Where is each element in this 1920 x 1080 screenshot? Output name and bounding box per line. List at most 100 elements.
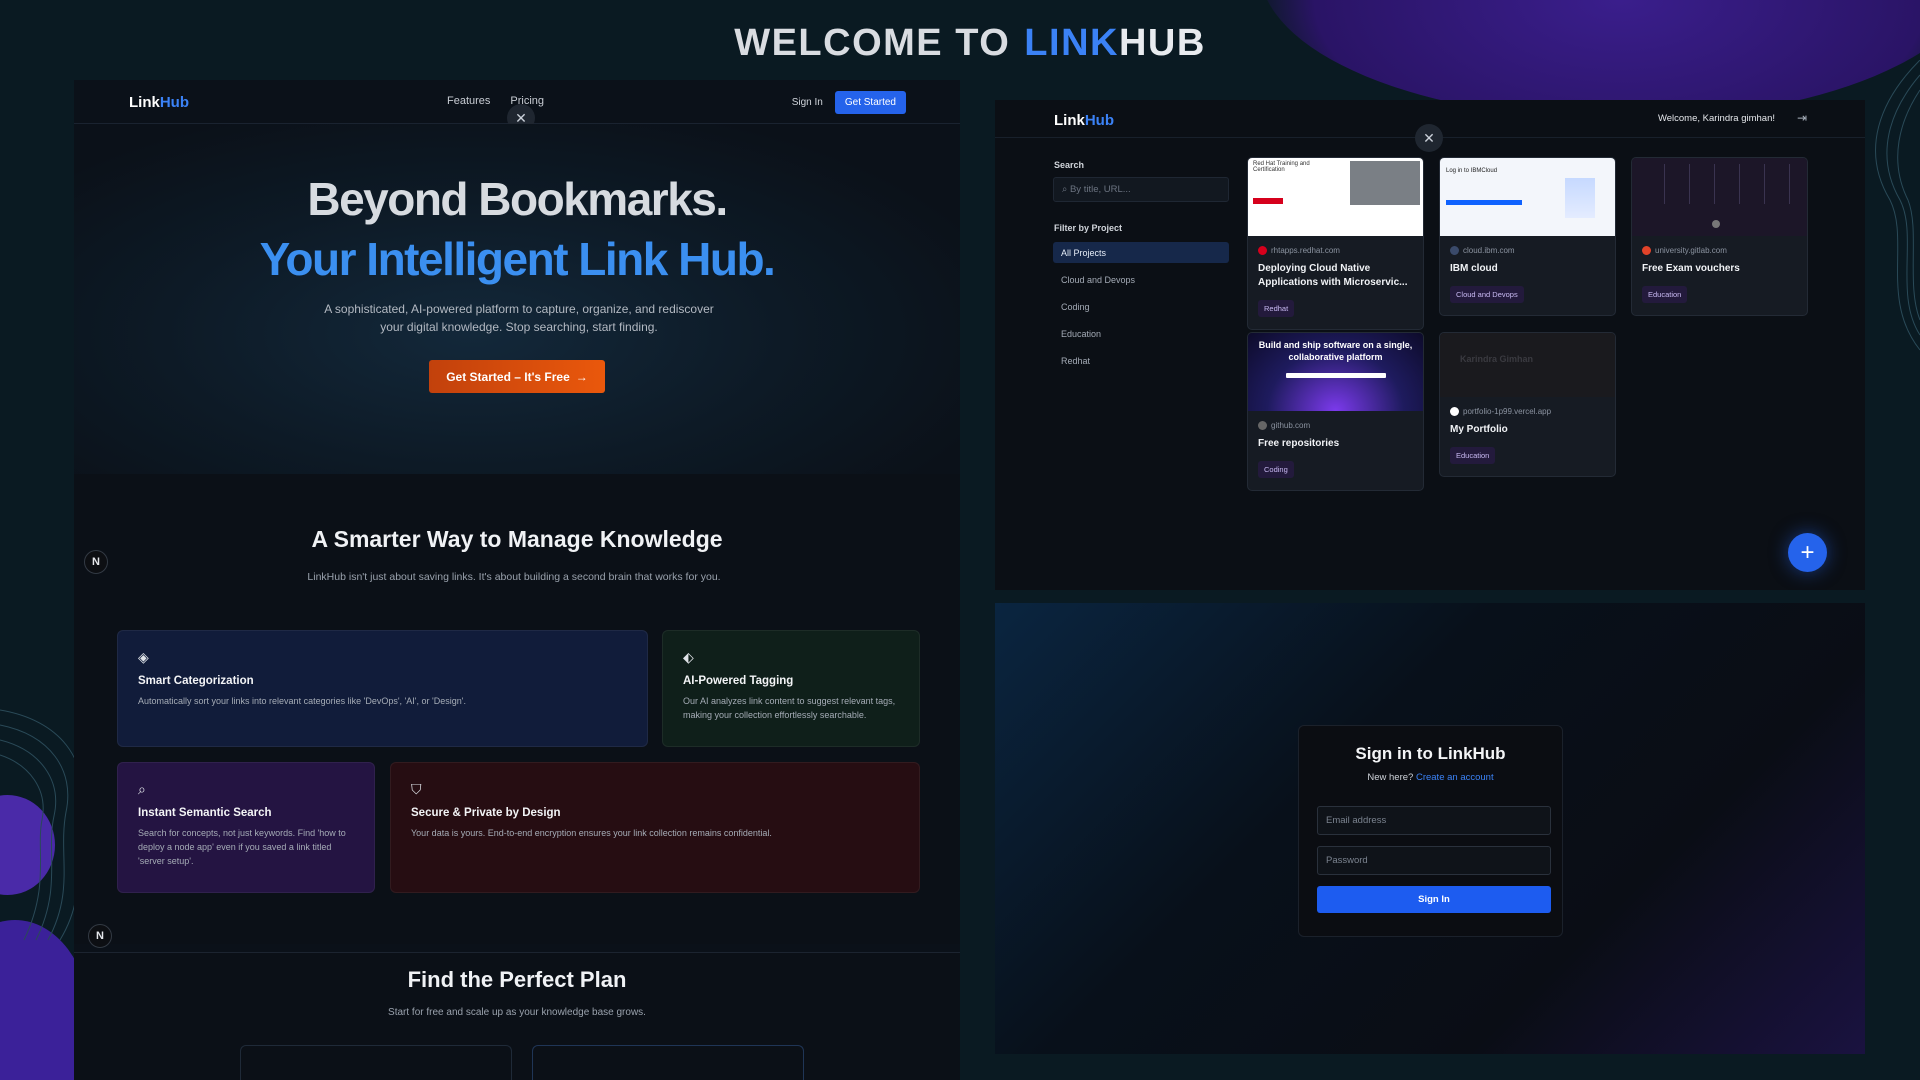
project-filter-all[interactable]: All Projects <box>1053 242 1229 263</box>
feature-description: Automatically sort your links into relev… <box>138 696 466 706</box>
dashboard-logo[interactable]: LinkHub <box>1054 112 1114 129</box>
thumb-photo <box>1350 161 1420 205</box>
project-filter-coding[interactable]: Coding <box>1053 296 1229 317</box>
feature-title: Smart Categorization <box>138 675 254 687</box>
feature-card-secure-private: ⛉ Secure & Private by Design Your data i… <box>390 762 920 893</box>
feature-card-semantic-search: ⌕ Instant Semantic Search Search for con… <box>117 762 375 893</box>
signin-title: Sign in to LinkHub <box>1355 744 1506 763</box>
logout-icon[interactable]: ⇥ <box>1797 111 1807 125</box>
new-here-text: New here? <box>1367 772 1414 783</box>
domain-text: cloud.ibm.com <box>1463 246 1515 255</box>
welcome-hub-word: HUB <box>1118 22 1206 64</box>
project-tag[interactable]: Cloud and Devops <box>1450 286 1524 303</box>
n-badge-icon-2[interactable]: N <box>88 924 112 948</box>
hero-title: Beyond Bookmarks. <box>307 173 728 225</box>
feature-description: Search for concepts, not just keywords. … <box>138 828 346 866</box>
feature-description: Your data is yours. End-to-end encryptio… <box>411 828 772 838</box>
welcome-banner: WELCOME TO LINKHUB <box>0 22 1920 65</box>
hero-cta-button[interactable]: Get Started – It's Free → <box>429 360 605 393</box>
search-icon: ⌕ <box>138 781 146 797</box>
hero-description: A sophisticated, AI-powered platform to … <box>324 302 714 334</box>
favicon-icon <box>1450 407 1459 416</box>
signin-new-here: New here? Create an account <box>1299 772 1562 783</box>
favicon-icon <box>1258 421 1267 430</box>
logo-part-hub: Hub <box>159 94 190 111</box>
feature-card-smart-categorization: ◈ Smart Categorization Automatically sor… <box>117 630 648 747</box>
layers-icon: ◈ <box>138 649 149 665</box>
feature-title: Secure & Private by Design <box>411 807 561 819</box>
link-thumbnail: Build and ship software on a single, col… <box>1248 333 1423 411</box>
domain-text: university.gitlab.com <box>1655 246 1727 255</box>
project-tag[interactable]: Education <box>1450 447 1496 464</box>
domain-text: rhtapps.redhat.com <box>1271 246 1340 255</box>
email-placeholder: Email address <box>1326 815 1387 826</box>
pricing-plan-card-featured <box>532 1045 804 1080</box>
pricing-subtitle: Start for free and scale up as your know… <box>388 1007 646 1018</box>
features-title: A Smarter Way to Manage Knowledge <box>311 526 723 552</box>
domain-text: github.com <box>1271 421 1311 430</box>
logo-part-link: Link <box>129 94 160 111</box>
logo-part-hub: Hub <box>1084 112 1115 129</box>
link-card[interactable]: university.gitlab.com Free Exam vouchers… <box>1631 157 1808 316</box>
link-domain: portfolio-1p99.vercel.app <box>1450 407 1615 416</box>
link-title: My Portfolio <box>1450 424 1508 435</box>
welcome-link-word: LINK <box>1024 22 1119 64</box>
link-thumbnail <box>1632 158 1807 236</box>
link-domain: rhtapps.redhat.com <box>1258 246 1423 255</box>
welcome-user-text: Welcome, Karindra gimhan! <box>1657 113 1775 124</box>
close-icon[interactable]: ✕ <box>1415 124 1443 152</box>
nav-actions: Sign In Get Started <box>792 91 906 114</box>
signin-panel: Sign in to LinkHub New here? Create an a… <box>995 603 1865 1054</box>
thumb-text: Red Hat Training and Certification <box>1253 161 1310 173</box>
nav-get-started-button[interactable]: Get Started <box>834 91 906 114</box>
thumb-graphic <box>1565 178 1595 218</box>
password-placeholder: Password <box>1326 855 1368 866</box>
arrow-right-icon: → <box>575 369 588 384</box>
thumb-text: Build and ship software on a single, col… <box>1258 340 1413 362</box>
landing-logo[interactable]: LinkHub <box>129 94 189 111</box>
signin-card: Sign in to LinkHub New here? Create an a… <box>1298 725 1563 937</box>
thumb-dot <box>1712 220 1720 228</box>
feature-title: Instant Semantic Search <box>138 807 272 819</box>
dashboard-panel: LinkHub Welcome, Karindra gimhan! ⇥ ✕ Se… <box>995 100 1865 590</box>
nav-features-link[interactable]: Features <box>447 95 490 107</box>
link-title: Free Exam vouchers <box>1642 263 1740 274</box>
n-badge-icon[interactable]: N <box>84 550 108 574</box>
project-tag[interactable]: Coding <box>1258 461 1294 478</box>
project-filter-education[interactable]: Education <box>1053 323 1229 344</box>
landing-page-panel: LinkHub Features Pricing Sign In Get Sta… <box>74 80 960 1080</box>
link-thumbnail: Red Hat Training and Certification <box>1248 158 1423 236</box>
email-field[interactable]: Email address <box>1317 806 1551 835</box>
favicon-icon <box>1642 246 1651 255</box>
favicon-icon <box>1258 246 1267 255</box>
pricing-section: Find the Perfect Plan Start for free and… <box>74 952 960 1080</box>
password-field[interactable]: Password <box>1317 846 1551 875</box>
project-filter-cloud-devops[interactable]: Cloud and Devops <box>1053 269 1229 290</box>
favicon-icon <box>1450 246 1459 255</box>
link-title: Free repositories <box>1258 438 1340 449</box>
link-title: IBM cloud <box>1450 263 1498 274</box>
filter-label: Filter by Project <box>1054 223 1123 233</box>
project-tag[interactable]: Redhat <box>1258 300 1295 317</box>
link-card[interactable]: Red Hat Training and Certification rhtap… <box>1247 157 1424 330</box>
search-input[interactable]: ⌕ By title, URL... <box>1053 177 1229 202</box>
pricing-plan-card <box>240 1045 512 1080</box>
create-account-link[interactable]: Create an account <box>1416 772 1494 783</box>
add-link-button[interactable]: + <box>1788 533 1827 572</box>
thumb-blue-bar <box>1446 200 1522 205</box>
feature-description: Our AI analyzes link content to suggest … <box>683 696 896 720</box>
nav-sign-in-link[interactable]: Sign In <box>792 97 823 108</box>
project-tag[interactable]: Education <box>1642 286 1688 303</box>
link-card[interactable]: Build and ship software on a single, col… <box>1247 332 1424 491</box>
link-domain: university.gitlab.com <box>1642 246 1807 255</box>
link-thumbnail: Log in to IBMCloud <box>1440 158 1615 236</box>
link-thumbnail: Karindra Gimhan <box>1440 333 1615 397</box>
feature-card-ai-tagging: ⬖ AI-Powered Tagging Our AI analyzes lin… <box>662 630 920 747</box>
project-filter-redhat[interactable]: Redhat <box>1053 350 1229 371</box>
sign-in-button[interactable]: Sign In <box>1317 886 1551 913</box>
link-card[interactable]: Log in to IBMCloud cloud.ibm.com IBM clo… <box>1439 157 1616 316</box>
thumb-text: Log in to IBMCloud <box>1446 168 1498 174</box>
cta-label: Get Started – It's Free <box>446 369 570 384</box>
thumb-red-bar <box>1253 198 1283 204</box>
link-card[interactable]: Karindra Gimhan portfolio-1p99.vercel.ap… <box>1439 332 1616 477</box>
